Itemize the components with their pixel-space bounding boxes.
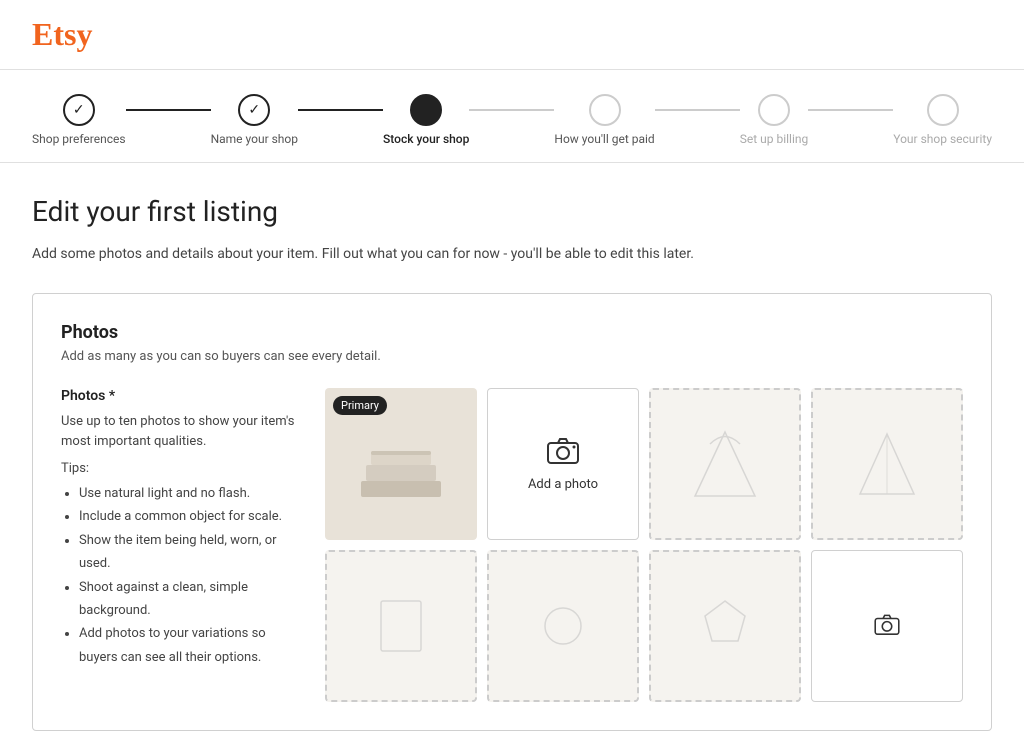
photos-field-label: Photos * <box>61 388 301 404</box>
tip-2: Include a common object for scale. <box>79 505 301 528</box>
connector-4 <box>655 109 740 111</box>
step-label-set-up-billing: Set up billing <box>740 132 809 146</box>
photo-slot-add[interactable]: Add a photo <box>487 388 639 540</box>
photos-card-title: Photos <box>61 322 963 343</box>
step-circle-your-shop-security <box>927 94 959 126</box>
shape-placeholder-7 <box>700 596 750 656</box>
add-photo-text: Add a photo <box>528 477 598 492</box>
step-circle-shop-preferences: ✓ <box>63 94 95 126</box>
step-name-your-shop[interactable]: ✓ Name your shop <box>211 94 298 146</box>
shape-cone-icon <box>690 424 760 504</box>
progress-section: ✓ Shop preferences ✓ Name your shop Stoc… <box>0 70 1024 163</box>
progress-steps: ✓ Shop preferences ✓ Name your shop Stoc… <box>32 94 992 146</box>
shape-triangle-icon <box>852 424 922 504</box>
primary-badge: Primary <box>333 396 387 415</box>
photos-card: Photos Add as many as you can so buyers … <box>32 293 992 731</box>
photos-field-desc: Use up to ten photos to show your item's… <box>61 412 301 451</box>
connector-5 <box>808 109 893 111</box>
camera-icon-2 <box>874 613 900 639</box>
step-label-how-youll-get-paid: How you'll get paid <box>554 132 654 146</box>
photo-slot-6[interactable] <box>487 550 639 702</box>
main-content: Edit your first listing Add some photos … <box>0 163 1024 731</box>
photos-left-panel: Photos * Use up to ten photos to show yo… <box>61 388 301 702</box>
photos-card-subtitle: Add as many as you can so buyers can see… <box>61 349 963 364</box>
step-circle-how-youll-get-paid <box>589 94 621 126</box>
step-label-shop-preferences: Shop preferences <box>32 132 126 146</box>
camera-icon <box>547 436 579 471</box>
photos-section: Photos * Use up to ten photos to show yo… <box>61 388 963 702</box>
connector-2 <box>298 109 383 111</box>
step-label-name-your-shop: Name your shop <box>211 132 298 146</box>
photo-slot-8[interactable] <box>811 550 963 702</box>
step-circle-set-up-billing <box>758 94 790 126</box>
photos-grid: Primary <box>325 388 963 702</box>
photos-tips-list: Use natural light and no flash. Include … <box>61 482 301 669</box>
step-how-youll-get-paid[interactable]: How you'll get paid <box>554 94 654 146</box>
connector-1 <box>126 109 211 111</box>
step-circle-stock-your-shop <box>410 94 442 126</box>
photo-slot-7[interactable] <box>649 550 801 702</box>
step-label-stock-your-shop: Stock your shop <box>383 132 469 146</box>
towel-image <box>356 419 446 509</box>
tip-1: Use natural light and no flash. <box>79 482 301 505</box>
tip-3: Show the item being held, worn, or used. <box>79 529 301 576</box>
step-label-your-shop-security: Your shop security <box>893 132 992 146</box>
connector-3 <box>469 109 554 111</box>
photo-slot-5[interactable] <box>325 550 477 702</box>
photo-slot-3[interactable] <box>649 388 801 540</box>
page-subtitle: Add some photos and details about your i… <box>32 244 992 265</box>
etsy-logo[interactable]: Etsy <box>32 16 992 53</box>
step-set-up-billing[interactable]: Set up billing <box>740 94 809 146</box>
step-stock-your-shop[interactable]: Stock your shop <box>383 94 469 146</box>
header: Etsy <box>0 0 1024 70</box>
shape-placeholder-5 <box>376 596 426 656</box>
photo-slot-4[interactable] <box>811 388 963 540</box>
step-shop-preferences[interactable]: ✓ Shop preferences <box>32 94 126 146</box>
tip-5: Add photos to your variations so buyers … <box>79 622 301 669</box>
photo-slot-primary[interactable]: Primary <box>325 388 477 540</box>
step-circle-name-your-shop: ✓ <box>238 94 270 126</box>
page-title: Edit your first listing <box>32 195 992 228</box>
step-your-shop-security[interactable]: Your shop security <box>893 94 992 146</box>
photos-tips-label: Tips: <box>61 461 301 476</box>
shape-placeholder-6 <box>538 596 588 656</box>
